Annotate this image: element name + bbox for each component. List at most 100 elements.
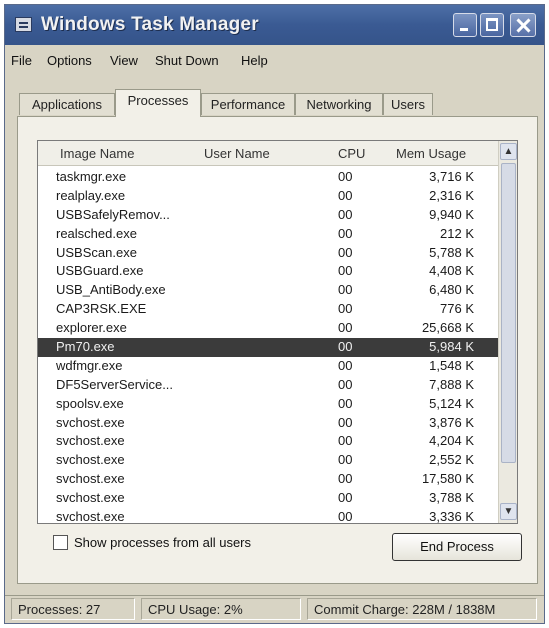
end-process-button[interactable]: End Process	[392, 533, 522, 561]
process-row[interactable]: realplay.exe 00 2,316 K	[38, 187, 498, 206]
process-row[interactable]: USBGuard.exe 00 4,408 K	[38, 262, 498, 281]
window-title: Windows Task Manager	[41, 14, 259, 35]
process-image-name: explorer.exe	[56, 320, 127, 336]
process-image-name: realsched.exe	[56, 225, 137, 241]
tab-performance[interactable]: Performance	[201, 93, 295, 115]
process-mem-usage: 2,316 K	[429, 187, 474, 203]
process-mem-usage: 3,876 K	[429, 414, 474, 430]
menu-help[interactable]: Help	[241, 53, 268, 68]
tab-processes[interactable]: Processes	[115, 89, 201, 117]
process-cpu: 00	[338, 244, 353, 260]
process-row[interactable]: taskmgr.exe 00 3,716 K	[38, 168, 498, 187]
menu-view[interactable]: View	[110, 53, 138, 68]
process-mem-usage: 6,480 K	[429, 282, 474, 298]
status-bar: Processes: 27 CPU Usage: 2% Commit Charg…	[5, 595, 544, 624]
process-cpu: 00	[338, 187, 353, 203]
process-row[interactable]: svchost.exe 00 3,876 K	[38, 414, 498, 433]
minimize-button[interactable]	[453, 13, 477, 37]
process-row[interactable]: DF5ServerService... 00 7,888 K	[38, 376, 498, 395]
task-manager-app-icon	[15, 17, 32, 32]
menu-bar: File Options View Shut Down Help	[5, 49, 544, 71]
process-image-name: taskmgr.exe	[56, 169, 127, 184]
status-processes: Processes: 27	[11, 598, 135, 620]
process-cpu: 00	[338, 395, 353, 411]
process-image-name: svchost.exe	[56, 509, 125, 524]
column-image-name[interactable]: Image Name	[60, 146, 134, 161]
process-mem-usage: 3,716 K	[429, 169, 474, 184]
process-image-name: wdfmgr.exe	[56, 357, 123, 373]
scroll-down-icon[interactable]: ▼	[500, 503, 517, 520]
process-row[interactable]: svchost.exe 00 4,204 K	[38, 432, 498, 451]
column-mem-usage[interactable]: Mem Usage	[396, 146, 466, 161]
process-mem-usage: 776 K	[440, 301, 474, 317]
menu-shut-down[interactable]: Shut Down	[155, 53, 219, 68]
process-row[interactable]: Pm70.exe 00 5,984 K	[38, 338, 498, 357]
process-mem-usage: 212 K	[440, 225, 474, 241]
vertical-scrollbar[interactable]: ▲ ▼	[498, 141, 517, 523]
process-cpu: 00	[338, 320, 353, 336]
process-rows: taskmgr.exe 00 3,716 K realplay.exe 00 2,316 …	[38, 168, 498, 524]
process-row[interactable]: realsched.exe 00 212 K	[38, 225, 498, 244]
process-row[interactable]: USBSafelyRemov... 00 9,940 K	[38, 206, 498, 225]
process-mem-usage: 7,888 K	[429, 376, 474, 392]
list-header: Image Name User Name CPU Mem Usage	[38, 141, 498, 166]
process-mem-usage: 1,548 K	[429, 357, 474, 373]
process-mem-usage: 17,580 K	[421, 471, 474, 487]
tab-users[interactable]: Users	[383, 93, 433, 115]
process-image-name: CAP3RSK.EXE	[56, 301, 147, 317]
process-cpu: 00	[338, 357, 353, 373]
show-all-users-label[interactable]: Show processes from all users	[74, 535, 251, 550]
scroll-up-icon[interactable]: ▲	[500, 143, 517, 160]
status-commit-charge: Commit Charge: 228M / 1838M	[307, 598, 537, 620]
process-image-name: USBGuard.exe	[56, 263, 144, 279]
maximize-button[interactable]	[480, 13, 504, 37]
process-row[interactable]: svchost.exe 00 3,788 K	[38, 489, 498, 508]
process-image-name: svchost.exe	[56, 471, 125, 487]
process-mem-usage: 9,940 K	[429, 206, 474, 222]
menu-file[interactable]: File	[11, 53, 32, 68]
process-row[interactable]: wdfmgr.exe 00 1,548 K	[38, 357, 498, 376]
process-mem-usage: 3,788 K	[429, 490, 474, 506]
process-image-name: spoolsv.exe	[56, 395, 124, 411]
process-row[interactable]: explorer.exe 00 25,668 K	[38, 319, 498, 338]
column-user-name[interactable]: User Name	[204, 146, 270, 161]
scroll-thumb[interactable]	[501, 163, 516, 463]
process-image-name: DF5ServerService...	[56, 376, 174, 392]
process-image-name: svchost.exe	[56, 490, 125, 506]
show-all-users-checkbox[interactable]	[53, 535, 68, 550]
process-cpu: 00	[338, 263, 353, 279]
process-mem-usage: 4,408 K	[429, 263, 474, 279]
process-image-name: realplay.exe	[56, 187, 126, 203]
process-cpu: 00	[338, 414, 353, 430]
process-mem-usage: 5,124 K	[429, 395, 474, 411]
process-image-name: svchost.exe	[56, 433, 125, 449]
process-image-name: svchost.exe	[56, 414, 125, 430]
process-cpu: 00	[338, 376, 353, 392]
process-row[interactable]: USB_AntiBody.exe 00 6,480 K	[38, 281, 498, 300]
process-image-name: USB_AntiBody.exe	[56, 282, 166, 298]
process-cpu: 00	[338, 225, 353, 241]
close-button[interactable]	[510, 13, 536, 37]
tab-networking[interactable]: Networking	[295, 93, 383, 115]
process-mem-usage: 4,204 K	[429, 433, 474, 449]
process-image-name: svchost.exe	[56, 452, 125, 468]
column-cpu[interactable]: CPU	[338, 146, 365, 161]
tab-applications[interactable]: Applications	[19, 93, 115, 115]
process-image-name: Pm70.exe	[56, 339, 115, 355]
process-row[interactable]: svchost.exe 00 3,336 K	[38, 508, 498, 524]
process-row[interactable]: USBScan.exe 00 5,788 K	[38, 244, 498, 263]
process-cpu: 00	[338, 206, 353, 222]
process-image-name: USBScan.exe	[56, 244, 137, 260]
process-cpu: 00	[338, 490, 353, 506]
process-mem-usage: 2,552 K	[429, 452, 474, 468]
title-bar[interactable]: Windows Task Manager	[5, 5, 544, 45]
process-row[interactable]: svchost.exe 00 17,580 K	[38, 470, 498, 489]
process-list[interactable]: Image Name User Name CPU Mem Usage taskm…	[37, 140, 518, 524]
process-mem-usage: 3,336 K	[429, 509, 474, 524]
process-mem-usage: 5,788 K	[429, 244, 474, 260]
process-row[interactable]: CAP3RSK.EXE 00 776 K	[38, 300, 498, 319]
process-mem-usage: 5,984 K	[429, 339, 474, 355]
process-row[interactable]: spoolsv.exe 00 5,124 K	[38, 395, 498, 414]
process-row[interactable]: svchost.exe 00 2,552 K	[38, 451, 498, 470]
menu-options[interactable]: Options	[47, 53, 92, 68]
